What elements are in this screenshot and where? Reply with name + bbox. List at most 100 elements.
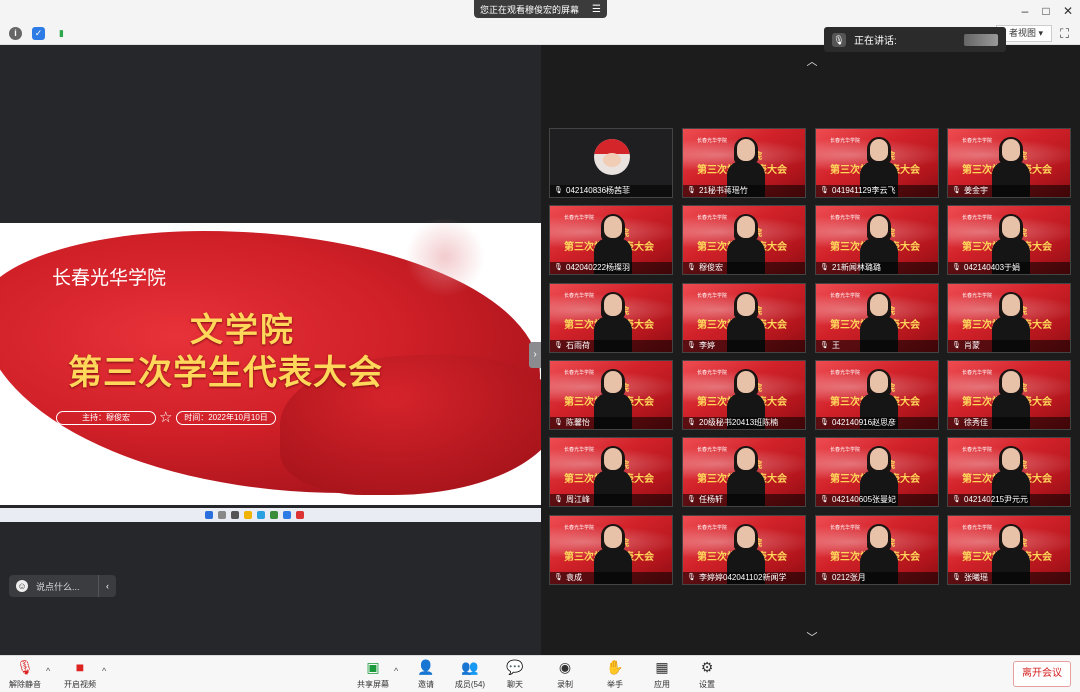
info-icon[interactable]: i	[9, 27, 22, 40]
participant-tile[interactable]: 长春光华学院文学院第三次学生代表大会🎙任杨轩	[682, 437, 806, 507]
shield-icon[interactable]: ✓	[32, 27, 45, 40]
slide-title-dept: 文学院	[190, 310, 295, 349]
meeting-app-icon	[283, 511, 291, 519]
participant-tile[interactable]: 长春光华学院文学院第三次学生代表大会🎙肖蒙	[947, 283, 1071, 353]
participant-name: 041941129李云飞	[816, 185, 938, 197]
presenter-taskbar	[0, 508, 541, 522]
tile-school: 长春光华学院	[962, 525, 993, 531]
mic-icon: 🎙	[952, 574, 961, 581]
mic-icon: 🎙	[952, 264, 961, 271]
participant-name: 21新闻林璐璐	[816, 262, 938, 274]
chat-icon: 💬	[506, 659, 524, 675]
video-options-caret[interactable]: ^	[102, 666, 106, 676]
participant-tile[interactable]: 长春光华学院文学院第三次学生代表大会🎙周江峰	[549, 437, 673, 507]
mic-icon: 🎙	[820, 187, 829, 194]
participant-tile[interactable]: 长春光华学院文学院第三次学生代表大会🎙042140403于娟	[947, 205, 1071, 275]
participant-tile[interactable]: 长春光华学院文学院第三次学生代表大会🎙姜金宇	[947, 128, 1071, 198]
apps-icon: ▦	[655, 659, 669, 675]
unmute-button[interactable]: 🎙 解除静音	[2, 658, 48, 690]
fullscreen-icon[interactable]: ⛶	[1060, 26, 1069, 42]
members-button[interactable]: 👥 成员(54)	[447, 658, 493, 690]
start-video-button[interactable]: ■ 开启视频	[57, 658, 103, 690]
participant-name: 042140605张曼妃	[816, 494, 938, 506]
scroll-down-button[interactable]: ﹀	[804, 629, 820, 645]
tile-school: 长春光华学院	[830, 293, 861, 299]
audio-options-caret[interactable]: ^	[46, 666, 50, 676]
chevron-left-icon[interactable]: ‹	[98, 575, 116, 597]
participant-tile[interactable]: 长春光华学院文学院第三次学生代表大会🎙袁成	[549, 515, 673, 585]
participant-tile[interactable]: 长春光华学院文学院第三次学生代表大会🎙李婷婷042041102新闻学	[682, 515, 806, 585]
mic-icon: 🎙	[687, 342, 696, 349]
mic-icon: 🎙	[820, 419, 829, 426]
participant-tile[interactable]: 长春光华学院文学院第三次学生代表大会🎙042140605张曼妃	[815, 437, 939, 507]
participant-tile[interactable]: 长春光华学院文学院第三次学生代表大会🎙20级秘书20413班陈楠	[682, 360, 806, 430]
signal-icon[interactable]: ▮	[55, 27, 68, 40]
chat-input[interactable]: ☺ 说点什么... ‹	[9, 575, 116, 597]
minimize-button[interactable]: –	[1014, 2, 1036, 20]
record-button[interactable]: ◉ 录制	[542, 658, 588, 690]
gear-icon: ⚙	[700, 659, 714, 675]
tile-school: 长春光华学院	[830, 370, 861, 376]
participant-tile[interactable]: 长春光华学院文学院第三次学生代表大会🎙李婷	[682, 283, 806, 353]
mic-icon: 🎙	[554, 187, 563, 194]
tile-school: 长春光华学院	[830, 138, 861, 144]
tile-school: 长春光华学院	[697, 138, 728, 144]
participant-tile[interactable]: 长春光华学院文学院第三次学生代表大会🎙徐秀佳	[947, 360, 1071, 430]
raise-hand-button[interactable]: ✋ 举手	[592, 658, 638, 690]
tile-school: 长春光华学院	[830, 215, 861, 221]
tile-school: 长春光华学院	[697, 525, 728, 531]
participant-tile[interactable]: 🎙 042140836杨茜菲	[549, 128, 673, 198]
participant-name: 穆俊宏	[683, 262, 805, 274]
settings-button[interactable]: ⚙ 设置	[684, 658, 730, 690]
participant-name: 袁成	[550, 572, 672, 584]
participant-tile[interactable]: 长春光华学院文学院第三次学生代表大会🎙21新闻林璐璐	[815, 205, 939, 275]
close-button[interactable]: ✕	[1057, 2, 1079, 20]
menu-icon[interactable]: ☰	[592, 4, 601, 15]
ppt-icon	[296, 511, 304, 519]
participant-tile[interactable]: 长春光华学院文学院第三次学生代表大会🎙21秘书蒋瑶竹	[682, 128, 806, 198]
browser-icon	[257, 511, 265, 519]
tile-school: 长春光华学院	[697, 293, 728, 299]
emoji-icon[interactable]: ☺	[16, 580, 28, 592]
slide-host: 主持：穆俊宏	[56, 411, 156, 425]
mic-icon: 🎙	[820, 574, 829, 581]
mic-icon: 🎙	[554, 264, 563, 271]
participant-tile[interactable]: 长春光华学院文学院第三次学生代表大会🎙0212张月	[815, 515, 939, 585]
members-icon: 👥	[461, 659, 479, 675]
app-icon	[270, 511, 278, 519]
voice-wave-icon	[964, 33, 998, 46]
slide-title-meeting: 第三次学生代表大会	[68, 353, 383, 393]
control-bar: 🎙 解除静音 ^ ■ 开启视频 ^ ▣ 共享屏幕 ^ 👤 邀请 👥 成员(54) 💬 聊天 …	[0, 655, 1080, 692]
share-screen-button[interactable]: ▣ 共享屏幕	[350, 658, 396, 690]
maximize-button[interactable]: □	[1035, 2, 1057, 20]
presentation-slide: 长春光华学院 文学院 第三次学生代表大会 主持：穆俊宏 ☆ 时间：2022年10…	[0, 205, 541, 505]
apps-button[interactable]: ▦ 应用	[639, 658, 685, 690]
participant-name: 石雨荷	[550, 340, 672, 352]
participant-tile[interactable]: 长春光华学院文学院第三次学生代表大会🎙陈馨怡	[549, 360, 673, 430]
participant-name: 042140836杨茜菲	[550, 185, 672, 197]
mic-icon: 🎙	[687, 419, 696, 426]
share-banner[interactable]: 您正在观看穆俊宏的屏幕 ☰	[474, 0, 607, 18]
participant-name: 周江峰	[550, 494, 672, 506]
share-options-caret[interactable]: ^	[394, 666, 398, 676]
participant-tile[interactable]: 长春光华学院文学院第三次学生代表大会🎙穆俊宏	[682, 205, 806, 275]
participant-name: 王	[816, 340, 938, 352]
tile-school: 长春光华学院	[564, 293, 595, 299]
participant-tile[interactable]: 长春光华学院文学院第三次学生代表大会🎙张曦瑶	[947, 515, 1071, 585]
invite-button[interactable]: 👤 邀请	[403, 658, 449, 690]
participant-tile[interactable]: 长春光华学院文学院第三次学生代表大会🎙王	[815, 283, 939, 353]
chat-button[interactable]: 💬 聊天	[492, 658, 538, 690]
scroll-up-button[interactable]: ︿	[804, 53, 820, 69]
star-icon: ☆	[159, 409, 173, 426]
participant-tile[interactable]: 长春光华学院文学院第三次学生代表大会🎙石雨荷	[549, 283, 673, 353]
participant-name: 20级秘书20413班陈楠	[683, 417, 805, 429]
tile-school: 长春光华学院	[962, 447, 993, 453]
participant-tile[interactable]: 长春光华学院文学院第三次学生代表大会🎙041941129李云飞	[815, 128, 939, 198]
participant-tile[interactable]: 长春光华学院文学院第三次学生代表大会🎙042040222杨璨羽	[549, 205, 673, 275]
speaking-label: 正在讲话:	[854, 36, 897, 47]
collapse-gallery-button[interactable]: ›	[529, 342, 541, 368]
participant-tile[interactable]: 长春光华学院文学院第三次学生代表大会🎙042140916赵思彦	[815, 360, 939, 430]
slide-time: 时间：2022年10月10日	[176, 411, 276, 425]
leave-meeting-button[interactable]: 离开会议	[1013, 661, 1071, 687]
participant-tile[interactable]: 长春光华学院文学院第三次学生代表大会🎙042140215尹元元	[947, 437, 1071, 507]
